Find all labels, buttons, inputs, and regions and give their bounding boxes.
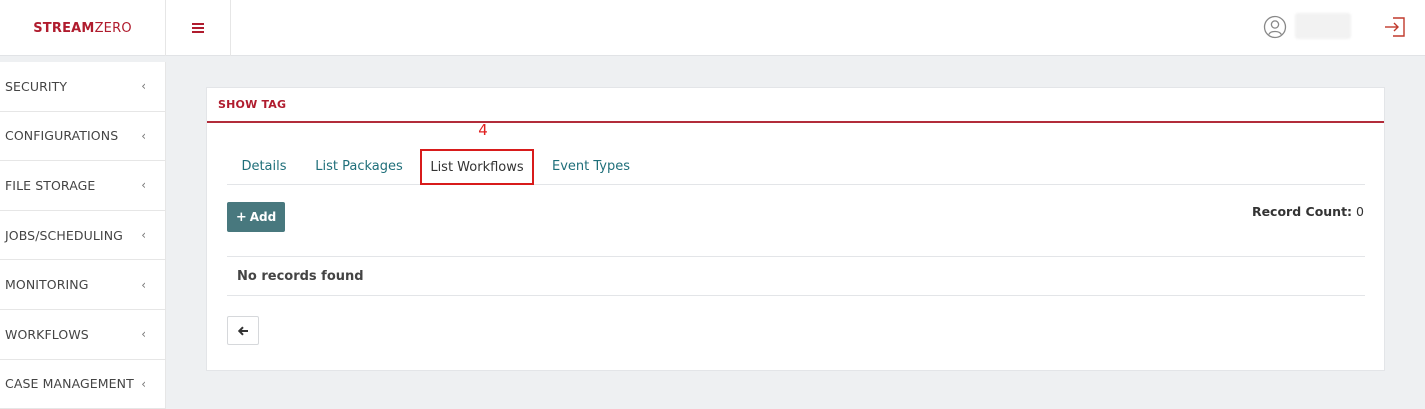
sidebar-item-security[interactable]: SECURITY ‹ bbox=[0, 62, 165, 112]
menu-toggle-button[interactable] bbox=[166, 0, 231, 56]
chevron-left-icon: ‹ bbox=[141, 228, 146, 243]
sidebar-item-label: WORKFLOWS bbox=[5, 326, 89, 342]
chevron-left-icon: ‹ bbox=[141, 178, 146, 193]
sidebar-item-workflows[interactable]: WORKFLOWS ‹ bbox=[0, 310, 165, 360]
tab-event-types[interactable]: Event Types bbox=[543, 147, 639, 185]
user-avatar-icon[interactable] bbox=[1263, 15, 1287, 39]
tab-details[interactable]: Details bbox=[227, 147, 301, 185]
brand-name-part2: ZERO bbox=[94, 20, 132, 36]
sidebar-item-configurations[interactable]: CONFIGURATIONS ‹ bbox=[0, 112, 165, 162]
record-count-value: 0 bbox=[1356, 204, 1364, 219]
brand-name-part1: STREAM bbox=[33, 20, 95, 36]
add-button[interactable]: + Add bbox=[227, 202, 285, 232]
sidebar-item-label: FILE STORAGE bbox=[5, 177, 96, 193]
chevron-left-icon: ‹ bbox=[141, 128, 146, 143]
top-bar: STREAMZERO user bbox=[0, 0, 1425, 56]
back-button[interactable] bbox=[227, 316, 259, 345]
panel-title: SHOW TAG bbox=[207, 88, 1384, 123]
plus-icon: + bbox=[235, 209, 247, 225]
add-button-label: Add bbox=[249, 210, 277, 224]
sidebar-item-jobs-scheduling[interactable]: JOBS/SCHEDULING ‹ bbox=[0, 211, 165, 261]
annotation-number: 4 bbox=[478, 121, 488, 139]
sidebar-item-case-management[interactable]: CASE MANAGEMENT ‹ bbox=[0, 360, 165, 409]
user-name[interactable]: user bbox=[1295, 13, 1351, 39]
sidebar-item-monitoring[interactable]: MONITORING ‹ bbox=[0, 260, 165, 310]
show-tag-panel: SHOW TAG 4 Details List Packages List Wo… bbox=[206, 87, 1385, 371]
brand-logo[interactable]: STREAM ZERO bbox=[0, 0, 166, 56]
tab-bar: Details List Packages List Workflows Eve… bbox=[227, 147, 1365, 185]
sidebar-item-label: JOBS/SCHEDULING bbox=[5, 227, 123, 243]
hamburger-icon bbox=[192, 23, 204, 33]
sidebar-item-label: CASE MANAGEMENT bbox=[5, 376, 134, 392]
arrow-left-icon bbox=[237, 326, 248, 335]
sidebar-item-label: MONITORING bbox=[5, 277, 89, 293]
chevron-left-icon: ‹ bbox=[141, 376, 146, 391]
record-count-label: Record Count: bbox=[1251, 204, 1353, 219]
chevron-left-icon: ‹ bbox=[141, 327, 146, 342]
record-count: Record Count: 0 bbox=[1252, 204, 1364, 219]
chevron-left-icon: ‹ bbox=[141, 79, 146, 94]
sidebar-item-label: SECURITY bbox=[5, 78, 68, 94]
tab-list-workflows[interactable]: List Workflows bbox=[420, 149, 534, 185]
logout-icon[interactable] bbox=[1383, 16, 1407, 38]
tab-list-packages[interactable]: List Packages bbox=[307, 147, 411, 185]
chevron-left-icon: ‹ bbox=[141, 277, 146, 292]
sidebar-item-label: CONFIGURATIONS bbox=[5, 128, 119, 144]
empty-records-message: No records found bbox=[227, 256, 1365, 296]
sidebar-item-file-storage[interactable]: FILE STORAGE ‹ bbox=[0, 161, 165, 211]
sidebar: SECURITY ‹ CONFIGURATIONS ‹ FILE STORAGE… bbox=[0, 62, 166, 409]
